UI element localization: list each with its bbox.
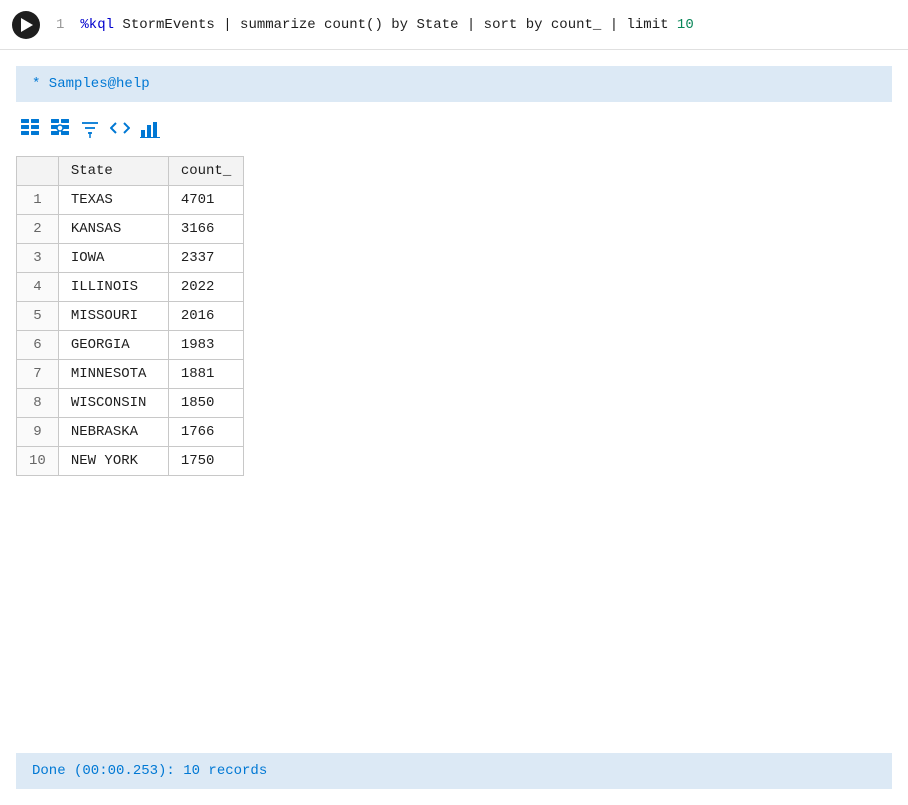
result-area: State count_ 1TEXAS47012KANSAS31663IOWA2… <box>0 102 908 737</box>
query-bar: 1 %kql StormEvents | summarize count() b… <box>0 0 908 50</box>
cell-rownum: 8 <box>17 389 59 418</box>
chart-icon[interactable] <box>140 118 160 144</box>
cell-state: ILLINOIS <box>58 273 168 302</box>
cell-rownum: 4 <box>17 273 59 302</box>
table-view-icon[interactable] <box>20 118 40 144</box>
cell-state: NEW YORK <box>58 447 168 476</box>
col-header-state[interactable]: State <box>58 157 168 186</box>
cell-rownum: 3 <box>17 244 59 273</box>
samples-text: * Samples@help <box>32 76 150 92</box>
cell-rownum: 7 <box>17 360 59 389</box>
cell-rownum: 1 <box>17 186 59 215</box>
query-body: StormEvents | summarize count() by State… <box>122 17 677 33</box>
run-icon <box>21 18 33 32</box>
table-row: 8WISCONSIN1850 <box>17 389 244 418</box>
cell-state: NEBRASKA <box>58 418 168 447</box>
cell-rownum: 6 <box>17 331 59 360</box>
cell-rownum: 10 <box>17 447 59 476</box>
code-icon[interactable] <box>110 118 130 144</box>
pivot-icon[interactable] <box>50 118 70 144</box>
filter-icon[interactable] <box>80 118 100 144</box>
status-text: Done (00:00.253): 10 records <box>32 763 267 779</box>
query-keyword-kql: %kql <box>80 17 114 33</box>
cell-count: 2016 <box>168 302 243 331</box>
col-header-count[interactable]: count_ <box>168 157 243 186</box>
cell-count: 3166 <box>168 215 243 244</box>
table-row: 3IOWA2337 <box>17 244 244 273</box>
cell-state: GEORGIA <box>58 331 168 360</box>
table-row: 1TEXAS4701 <box>17 186 244 215</box>
col-header-rownum <box>17 157 59 186</box>
table-row: 5MISSOURI2016 <box>17 302 244 331</box>
cell-count: 1881 <box>168 360 243 389</box>
samples-banner: * Samples@help <box>16 66 892 102</box>
status-bar: Done (00:00.253): 10 records <box>16 753 892 789</box>
query-text: %kql StormEvents | summarize count() by … <box>80 17 693 33</box>
cell-count: 2337 <box>168 244 243 273</box>
table-row: 9NEBRASKA1766 <box>17 418 244 447</box>
cell-state: MISSOURI <box>58 302 168 331</box>
cell-count: 2022 <box>168 273 243 302</box>
table-row: 4ILLINOIS2022 <box>17 273 244 302</box>
table-row: 7MINNESOTA1881 <box>17 360 244 389</box>
cell-count: 1983 <box>168 331 243 360</box>
table-header-row: State count_ <box>17 157 244 186</box>
cell-state: IOWA <box>58 244 168 273</box>
line-number: 1 <box>56 17 64 33</box>
table-row: 10NEW YORK1750 <box>17 447 244 476</box>
run-button[interactable] <box>12 11 40 39</box>
table-row: 2KANSAS3166 <box>17 215 244 244</box>
cell-rownum: 5 <box>17 302 59 331</box>
cell-rownum: 9 <box>17 418 59 447</box>
cell-count: 4701 <box>168 186 243 215</box>
cell-state: TEXAS <box>58 186 168 215</box>
table-row: 6GEORGIA1983 <box>17 331 244 360</box>
cell-count: 1766 <box>168 418 243 447</box>
toolbar-icons <box>20 118 892 144</box>
cell-count: 1850 <box>168 389 243 418</box>
cell-state: KANSAS <box>58 215 168 244</box>
main-container: 1 %kql StormEvents | summarize count() b… <box>0 0 908 805</box>
cell-state: MINNESOTA <box>58 360 168 389</box>
cell-rownum: 2 <box>17 215 59 244</box>
cell-state: WISCONSIN <box>58 389 168 418</box>
cell-count: 1750 <box>168 447 243 476</box>
query-limit-number: 10 <box>677 17 694 33</box>
data-table: State count_ 1TEXAS47012KANSAS31663IOWA2… <box>16 156 244 476</box>
